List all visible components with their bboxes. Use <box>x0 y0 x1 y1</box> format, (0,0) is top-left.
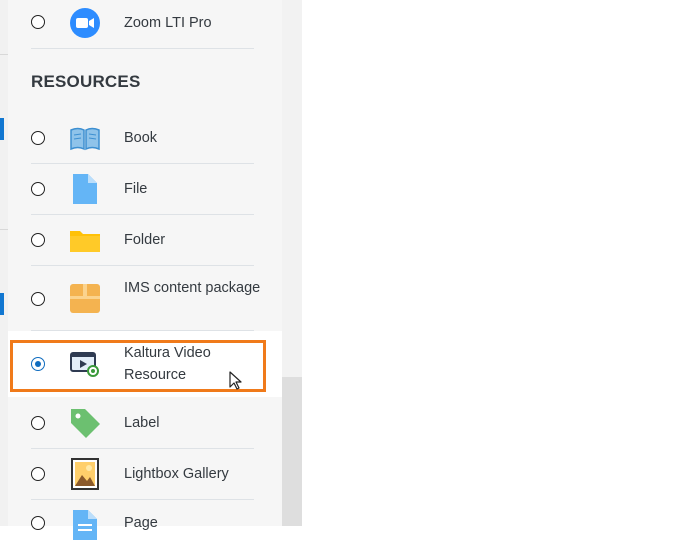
gallery-image-icon <box>68 457 102 491</box>
zoom-icon <box>68 6 102 40</box>
radio-book[interactable] <box>31 131 45 145</box>
background-page-strip <box>0 0 8 526</box>
mouse-cursor-icon <box>228 371 244 391</box>
option-file[interactable]: File <box>8 164 282 214</box>
option-book[interactable]: Book <box>8 113 282 163</box>
option-label: Zoom LTI Pro <box>124 15 212 31</box>
radio-page[interactable] <box>31 516 45 530</box>
option-lightbox-gallery[interactable]: Lightbox Gallery <box>8 449 282 499</box>
option-label: Lightbox Gallery <box>124 466 229 482</box>
radio-folder[interactable] <box>31 233 45 247</box>
section-title-resources: RESOURCES <box>31 72 141 91</box>
option-ims-content-package[interactable]: IMS content package <box>8 266 282 330</box>
folder-icon <box>68 223 102 257</box>
option-label: Page <box>124 515 158 531</box>
divider <box>31 48 254 49</box>
background-divider <box>0 229 8 230</box>
option-zoom-lti-pro[interactable]: Zoom LTI Pro <box>8 0 282 48</box>
background-divider <box>0 54 8 55</box>
activity-chooser-list: Zoom LTI Pro RESOURCES Book File Folder … <box>8 0 282 540</box>
option-label: Label <box>124 415 160 431</box>
option-label: File <box>124 181 148 197</box>
package-icon <box>68 281 102 315</box>
option-label: Book <box>124 130 158 146</box>
file-icon <box>68 172 102 206</box>
background-accent <box>0 118 4 140</box>
radio-ims-content-package[interactable] <box>31 292 45 306</box>
option-folder[interactable]: Folder <box>8 215 282 265</box>
radio-label[interactable] <box>31 416 45 430</box>
option-page[interactable]: Page <box>8 500 282 550</box>
option-label: IMS content package <box>124 280 261 296</box>
option-label: Folder <box>124 232 166 248</box>
label-tag-icon <box>68 406 102 440</box>
option-label-resource[interactable]: Label <box>8 398 282 448</box>
radio-file[interactable] <box>31 182 45 196</box>
radio-lightbox-gallery[interactable] <box>31 467 45 481</box>
page-icon <box>68 508 102 542</box>
book-icon <box>68 121 102 155</box>
radio-zoom-lti-pro[interactable] <box>31 15 45 29</box>
modal-scrollbar-region[interactable] <box>282 377 302 526</box>
background-accent <box>0 293 4 315</box>
